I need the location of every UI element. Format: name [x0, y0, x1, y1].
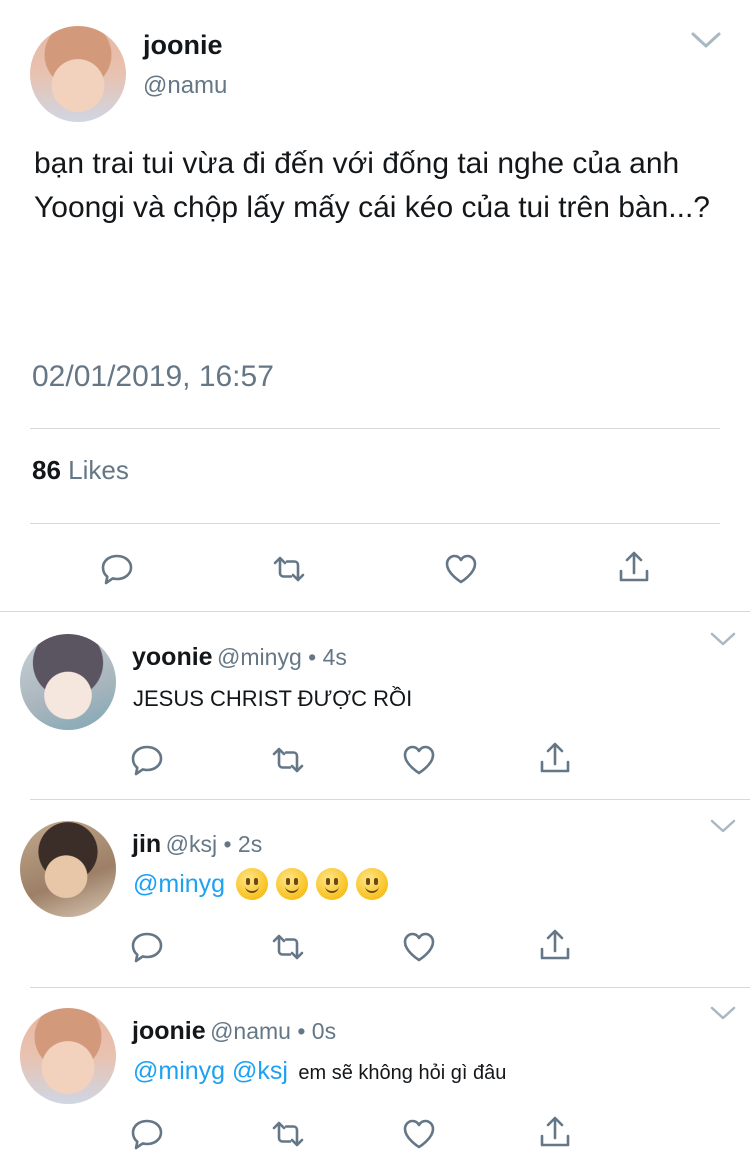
chevron-down-icon[interactable]: [710, 631, 736, 647]
avatar[interactable]: [20, 634, 116, 730]
avatar[interactable]: [20, 821, 116, 917]
display-name[interactable]: joonie: [132, 1017, 206, 1045]
reply-content: @minyg @ksj em sẽ không hỏi gì đâu: [133, 1057, 506, 1086]
display-name[interactable]: jin: [132, 830, 161, 858]
display-name[interactable]: joonie: [143, 30, 223, 61]
smiley-emoji-icon: [355, 868, 388, 900]
smiley-emoji-icon: [315, 868, 348, 900]
share-icon[interactable]: [537, 740, 573, 776]
chevron-down-icon[interactable]: [690, 30, 722, 50]
reply-icon[interactable]: [129, 929, 165, 965]
reply-header: joonie @namu • 0s: [132, 1017, 336, 1046]
tweet-timestamp: 02/01/2019, 16:57: [32, 360, 274, 393]
like-icon[interactable]: [401, 742, 437, 778]
tweet-text: bạn trai tui vừa đi đến với đống tai ngh…: [34, 147, 710, 224]
retweet-icon[interactable]: [271, 551, 307, 587]
user-handle[interactable]: @namu: [143, 72, 227, 100]
smiley-emoji-icon: [275, 868, 308, 900]
divider: [30, 523, 720, 524]
chevron-down-icon[interactable]: [710, 1005, 736, 1021]
like-icon[interactable]: [401, 1116, 437, 1152]
avatar[interactable]: [20, 1008, 116, 1104]
reply-icon[interactable]: [129, 742, 165, 778]
smiley-emoji-icon: [235, 868, 268, 900]
display-name[interactable]: yoonie: [132, 643, 213, 671]
divider: [30, 799, 750, 800]
retweet-icon[interactable]: [270, 1116, 306, 1152]
like-icon[interactable]: [443, 551, 479, 587]
likes-number: 86: [32, 455, 61, 485]
reply-meta: @minyg • 4s: [217, 644, 347, 670]
reply-meta: @ksj • 2s: [165, 831, 263, 857]
retweet-icon[interactable]: [270, 742, 306, 778]
share-icon[interactable]: [616, 549, 652, 585]
divider: [30, 428, 720, 429]
reply-header: jin @ksj • 2s: [132, 830, 262, 859]
reply-icon[interactable]: [99, 551, 135, 587]
likes-count[interactable]: 86 Likes: [32, 455, 129, 486]
reply-text: JESUS CHRIST ĐƯỢC RỒI: [133, 686, 413, 711]
reply-icon[interactable]: [129, 1116, 165, 1152]
reply-header: yoonie @minyg • 4s: [132, 643, 347, 672]
mention-link[interactable]: @minyg @ksj: [133, 1057, 288, 1085]
like-icon[interactable]: [401, 929, 437, 965]
likes-label: Likes: [68, 455, 129, 485]
avatar[interactable]: [30, 26, 126, 122]
retweet-icon[interactable]: [270, 929, 306, 965]
share-icon[interactable]: [537, 927, 573, 963]
reply-text: em sẽ không hỏi gì đâu: [298, 1062, 507, 1084]
section-divider: [0, 611, 750, 612]
reply-meta: @namu • 0s: [210, 1018, 337, 1044]
reply-content: @minyg: [133, 868, 396, 900]
mention-link[interactable]: @minyg: [133, 870, 225, 898]
chevron-down-icon[interactable]: [710, 818, 736, 834]
share-icon[interactable]: [537, 1114, 573, 1150]
divider: [30, 987, 750, 988]
